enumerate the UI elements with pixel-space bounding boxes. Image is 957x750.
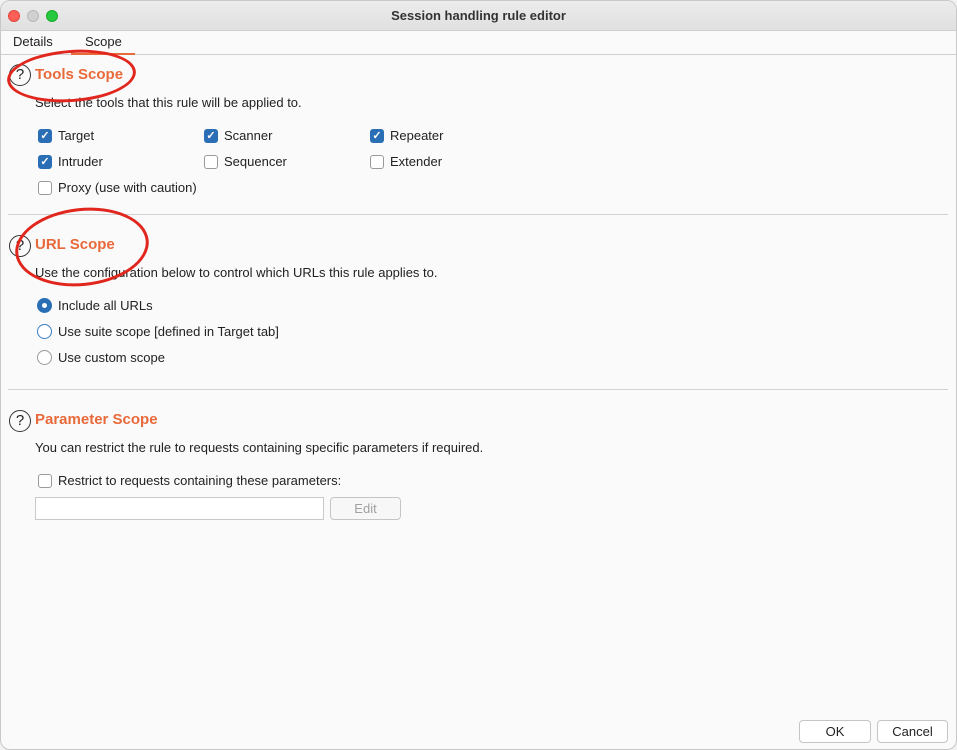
checkbox-icon: ✓: [204, 128, 218, 143]
ok-button[interactable]: OK: [799, 720, 871, 743]
tool-checkbox-target[interactable]: ✓ Target: [38, 128, 94, 143]
checkbox-icon: ✓: [38, 128, 52, 143]
parameters-field[interactable]: [35, 497, 324, 520]
tool-checkbox-intruder[interactable]: ✓ Intruder: [38, 154, 103, 169]
cancel-button[interactable]: Cancel: [877, 720, 948, 743]
tab-bar: Details Scope: [1, 31, 956, 55]
radio-use-custom-scope[interactable]: Use custom scope: [37, 350, 165, 365]
radio-icon: [37, 324, 52, 339]
parameter-scope-title: Parameter Scope: [35, 411, 158, 428]
checkbox-icon: [38, 473, 52, 488]
edit-button[interactable]: Edit: [330, 497, 401, 520]
restrict-parameters-checkbox[interactable]: Restrict to requests containing these pa…: [38, 473, 341, 488]
checkbox-icon: [204, 154, 218, 169]
window-title: Session handling rule editor: [391, 8, 566, 23]
section-divider: [8, 389, 948, 390]
radio-selected-icon: [37, 298, 52, 313]
title-bar: Session handling rule editor: [1, 1, 956, 31]
tool-checkbox-repeater[interactable]: ✓ Repeater: [370, 128, 443, 143]
radio-include-all-urls[interactable]: Include all URLs: [37, 298, 153, 313]
checkbox-icon: ✓: [38, 154, 52, 169]
help-icon[interactable]: ?: [9, 410, 31, 432]
tool-checkbox-scanner[interactable]: ✓ Scanner: [204, 128, 272, 143]
checkbox-icon: ✓: [370, 128, 384, 143]
radio-use-suite-scope[interactable]: Use suite scope [defined in Target tab]: [37, 324, 279, 339]
parameter-scope-description: You can restrict the rule to requests co…: [35, 440, 484, 455]
tool-checkbox-sequencer[interactable]: Sequencer: [204, 154, 287, 169]
session-handling-rule-editor-window: Session handling rule editor Details Sco…: [0, 0, 957, 750]
radio-icon: [37, 350, 52, 365]
tool-checkbox-extender[interactable]: Extender: [370, 154, 442, 169]
tool-checkbox-proxy[interactable]: Proxy (use with caution): [38, 180, 197, 195]
section-divider: [8, 214, 948, 215]
checkbox-icon: [370, 154, 384, 169]
tab-details[interactable]: Details: [13, 34, 53, 53]
checkbox-icon: [38, 180, 52, 195]
